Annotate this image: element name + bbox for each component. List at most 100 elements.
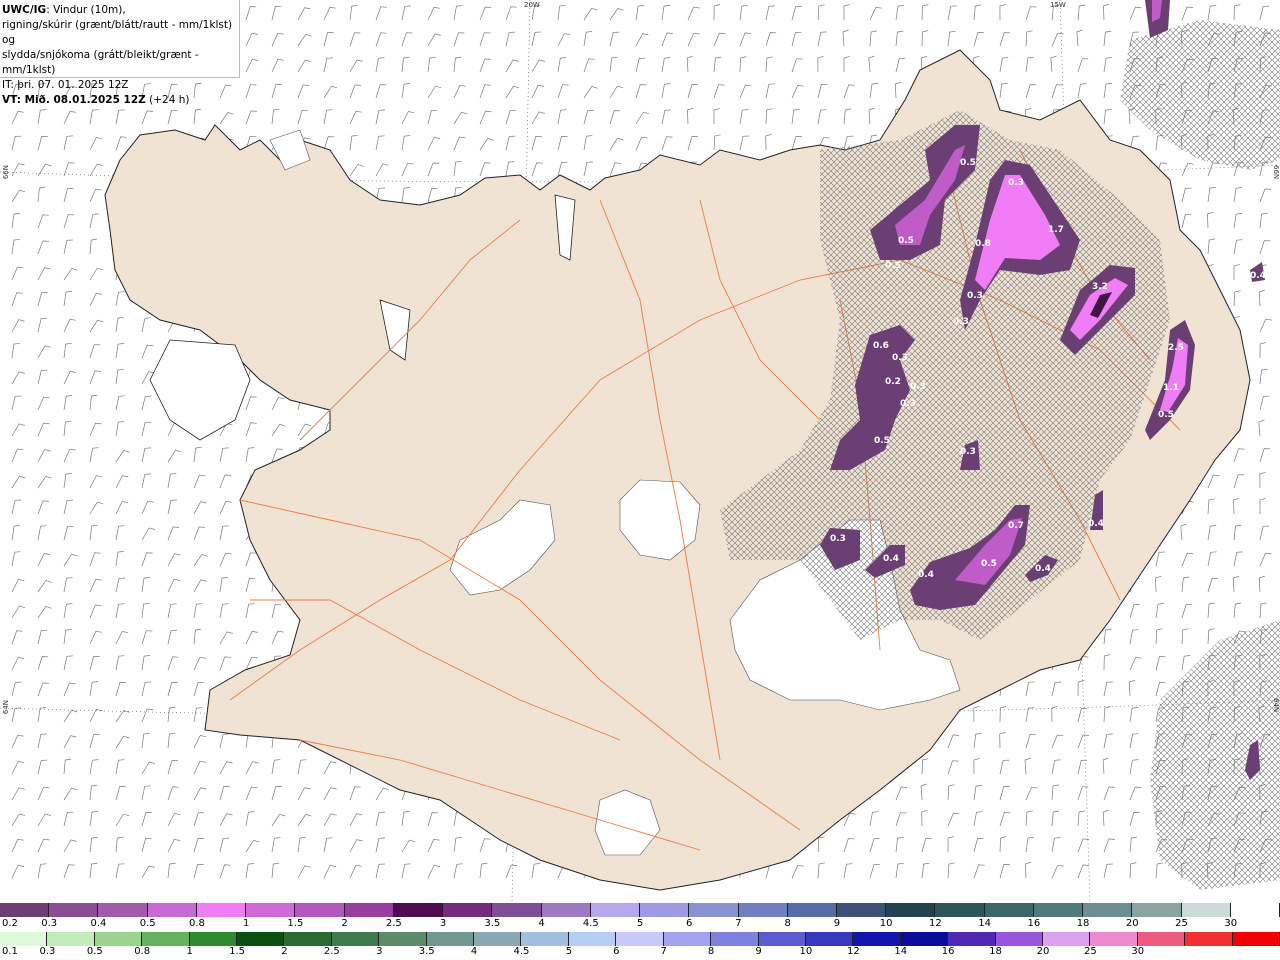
legend-swatch: [94, 932, 143, 946]
lat-label-66n-right: 66N: [1272, 165, 1280, 180]
legend-swatch: [935, 903, 985, 917]
legend-label: 10: [879, 918, 893, 929]
legend-swatch: [521, 932, 569, 946]
lat-label-66n-left: 66N: [2, 165, 10, 180]
precip-label: 3.2: [1092, 282, 1108, 292]
legend-label: 4: [538, 918, 545, 929]
legend-label: 1.5: [287, 918, 304, 929]
precip-label: 0.3: [830, 534, 846, 544]
precip-label: 0.7: [1008, 521, 1024, 531]
precip-label: 0.4: [1250, 271, 1266, 281]
legend-swatch: [47, 932, 95, 946]
legend-swatch: [590, 903, 641, 917]
legend-swatch: [1090, 932, 1138, 946]
legend-swatch: [805, 932, 854, 946]
legend-swatch: [295, 903, 345, 917]
legend-swatch: [284, 932, 332, 946]
legend-label: 0.3: [41, 918, 58, 929]
legend-label: 20: [1036, 946, 1050, 957]
legend-swatch: [1033, 903, 1084, 917]
legend-label: 4.5: [582, 918, 599, 929]
precip-label: 0.5: [960, 158, 976, 168]
lat-label-64n-right: 64N: [1272, 698, 1280, 713]
legend-swatch: [189, 932, 238, 946]
legend-label: 12: [929, 918, 942, 929]
precip-label: 0.2: [885, 377, 901, 387]
legend-label: 7: [660, 946, 667, 957]
precip-label: 0.4: [1035, 564, 1051, 574]
precip-label: 0.5: [1158, 410, 1174, 420]
legend-label: 20: [1125, 918, 1139, 929]
legend-label: 7: [735, 918, 742, 929]
valid-time: VT: Mið. 08.01.2025 12Z: [2, 94, 146, 106]
legend-swatch: [237, 932, 285, 946]
legend-swatch: [0, 903, 50, 917]
lon-label-20w: 20W: [524, 1, 540, 9]
legend-label: 1: [242, 918, 250, 929]
legend-label: 0.2: [2, 918, 18, 929]
legend-swatch: [758, 932, 806, 946]
legend-label: 3.5: [418, 946, 435, 957]
snow-legend-labels: 0.2 0.3 0.4 0.5 0.8 1 1.5 2 2.5 3 3.5 4 4.5 5 6 7 8 9 10 12…: [0, 918, 1280, 931]
legend-swatch: [1083, 903, 1133, 917]
legend-label: 2.5: [323, 946, 340, 957]
precip-label: 0.3: [967, 291, 983, 301]
legend-label: 14: [978, 918, 991, 929]
legend-label: 25: [1083, 946, 1097, 957]
legend-label: 2: [341, 918, 348, 929]
legend-label: 0.5: [139, 918, 156, 929]
legend-swatch: [1132, 903, 1182, 917]
legend-swatch: [379, 932, 427, 946]
precip-label: 0.4: [918, 570, 934, 580]
legend-label: 9: [755, 946, 762, 957]
legend-label: 4.5: [513, 946, 530, 957]
legend-swatch: [853, 932, 901, 946]
precip-label: 0.4: [883, 554, 899, 564]
legend-swatch: [787, 903, 837, 917]
precip-label: 0.3: [1008, 178, 1024, 188]
legend-swatch: [738, 903, 788, 917]
legend-label: 16: [1027, 918, 1041, 929]
legend-label: 12: [846, 946, 860, 957]
legend-swatch: [49, 903, 99, 917]
legend-swatch: [1042, 932, 1091, 946]
precip-label: 0.4: [1088, 519, 1104, 529]
map-title-box: UWC/IG: Vindur (10m), rigning/skúrir (gr…: [0, 0, 240, 106]
legend-swatch: [836, 903, 887, 917]
legend-label: 0.3: [39, 946, 56, 957]
legend-label: 0.8: [134, 946, 151, 957]
init-time: IT: þri. 07. 01. 2025 12Z: [2, 79, 129, 91]
legend-label: 1: [186, 946, 193, 957]
precip-label: 0.3: [892, 353, 908, 363]
legend-swatch: [246, 903, 296, 917]
legend-label: 5: [636, 918, 644, 929]
precip-label: 1.1: [1163, 383, 1179, 393]
legend-swatch: [1185, 932, 1233, 946]
precip-label: 0.3: [900, 399, 916, 409]
rain-color-legend: [0, 932, 1280, 946]
legend-swatch: [640, 903, 690, 917]
legend-swatch: [426, 932, 475, 946]
legend-label: 4: [470, 946, 478, 957]
legend-swatch: [196, 903, 247, 917]
legend-swatch: [568, 932, 617, 946]
precip-label: 0.5: [981, 559, 997, 569]
legend-label: 18: [989, 946, 1002, 957]
legend-swatch: [142, 932, 190, 946]
legend-swatch: [1230, 903, 1280, 917]
legend-label: 0.1: [2, 946, 18, 957]
legend-label: 16: [941, 946, 955, 957]
legend-swatch: [393, 903, 444, 917]
legend-swatch: [98, 903, 148, 917]
legend-swatch: [443, 903, 493, 917]
legend-swatch: [474, 932, 522, 946]
precip-label: 0.3: [910, 382, 926, 392]
legend-swatch: [711, 932, 759, 946]
weather-map: 0.5 0.3 1.7 0.5 0.8 0.5 3.2 0.3 0.3 0.6 …: [0, 0, 1280, 902]
precip-label: 1.7: [1048, 225, 1064, 235]
title-line2: rigning/skúrir (grænt/blátt/rautt - mm/1…: [2, 19, 233, 46]
title-line1: : Vindur (10m),: [46, 4, 126, 16]
precip-label: 0.5: [898, 236, 914, 246]
legend-swatch: [984, 903, 1034, 917]
model-name: UWC/IG: [2, 4, 47, 16]
